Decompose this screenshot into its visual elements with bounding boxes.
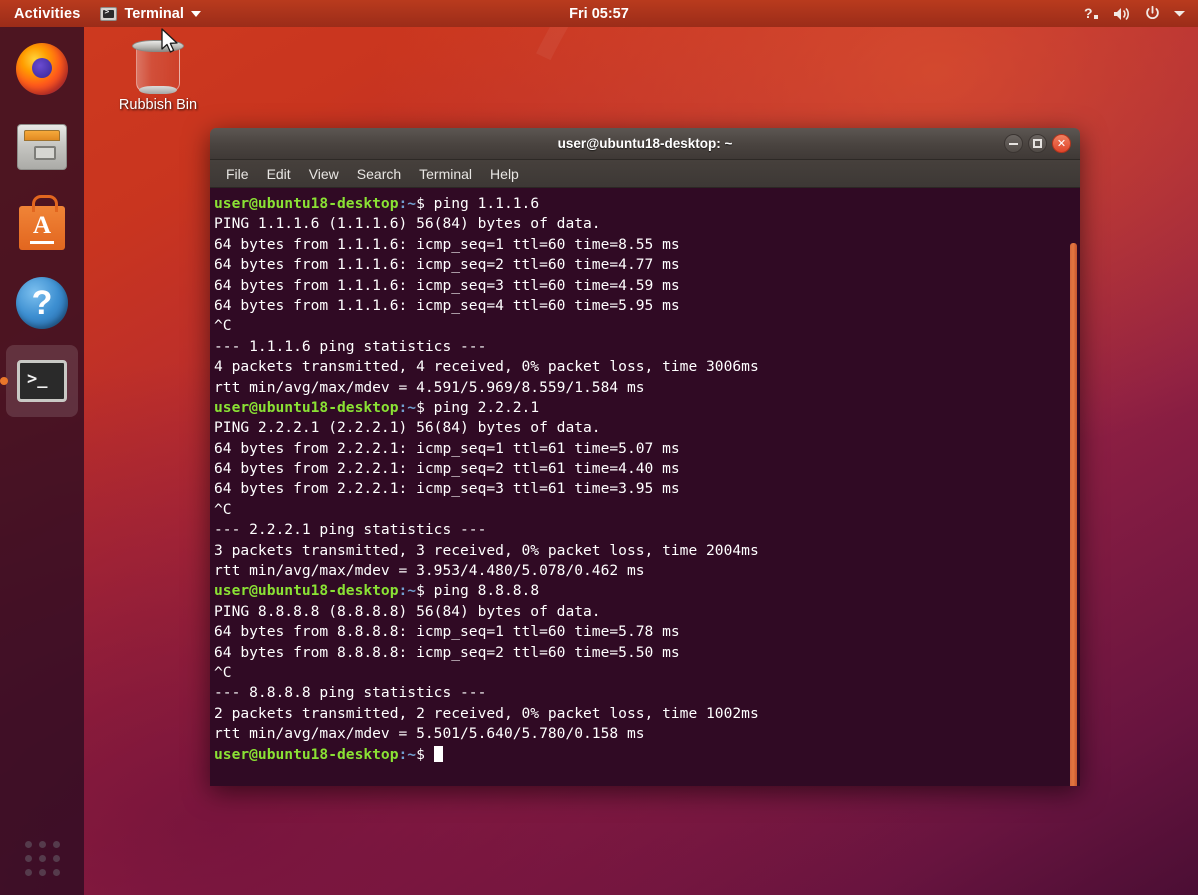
terminal-output: user@ubuntu18-desktop:~$ ping 1.1.1.6PIN… [210,188,1080,765]
terminal-icon [100,7,117,21]
trash-icon [132,36,184,94]
terminal-line: user@ubuntu18-desktop:~$ ping 2.2.2.1 [214,398,1080,418]
minimize-button[interactable] [1004,134,1023,153]
terminal-line: 64 bytes from 2.2.2.1: icmp_seq=1 ttl=61… [214,439,1080,459]
activities-button[interactable]: Activities [0,6,92,22]
focused-app-label: Terminal [124,6,183,22]
system-indicators: ? [1084,5,1198,22]
terminal-line: PING 1.1.1.6 (1.1.1.6) 56(84) bytes of d… [214,214,1080,234]
terminal-line: 64 bytes from 8.8.8.8: icmp_seq=2 ttl=60… [214,643,1080,663]
power-icon[interactable] [1144,5,1161,22]
dock-item-help[interactable] [6,267,78,339]
chevron-down-icon[interactable] [1173,9,1186,18]
help-icon [16,277,68,329]
volume-icon[interactable] [1113,6,1132,22]
dock-item-terminal[interactable] [6,345,78,417]
top-bar: Activities Terminal Fri 05:57 ? [0,0,1198,27]
terminal-window[interactable]: user@ubuntu18-desktop: ~ ✕ File Edit Vie… [210,128,1080,786]
terminal-line: 64 bytes from 1.1.1.6: icmp_seq=1 ttl=60… [214,235,1080,255]
terminal-line: ^C [214,500,1080,520]
window-titlebar[interactable]: user@ubuntu18-desktop: ~ ✕ [210,128,1080,160]
terminal-line: rtt min/avg/max/mdev = 4.591/5.969/8.559… [214,378,1080,398]
menu-item-view[interactable]: View [309,166,339,182]
chevron-down-icon [191,11,201,17]
terminal-line: rtt min/avg/max/mdev = 5.501/5.640/5.780… [214,724,1080,744]
close-button[interactable]: ✕ [1052,134,1071,153]
window-title: user@ubuntu18-desktop: ~ [210,136,1080,151]
ubuntu-software-icon [19,206,65,250]
terminal-line: user@ubuntu18-desktop:~$ ping 1.1.1.6 [214,194,1080,214]
menu-item-terminal[interactable]: Terminal [419,166,472,182]
files-icon [17,124,67,170]
terminal-line: --- 8.8.8.8 ping statistics --- [214,683,1080,703]
terminal-line: 64 bytes from 1.1.1.6: icmp_seq=3 ttl=60… [214,276,1080,296]
terminal-line: --- 2.2.2.1 ping statistics --- [214,520,1080,540]
terminal-line: user@ubuntu18-desktop:~$ [214,745,1080,765]
terminal-body[interactable]: user@ubuntu18-desktop:~$ ping 1.1.1.6PIN… [210,188,1080,786]
menu-item-file[interactable]: File [226,166,249,182]
terminal-line: ^C [214,663,1080,683]
menu-item-help[interactable]: Help [490,166,519,182]
desktop-icon-rubbish-bin[interactable]: Rubbish Bin [112,36,204,113]
terminal-line: 3 packets transmitted, 3 received, 0% pa… [214,541,1080,561]
maximize-button[interactable] [1028,134,1047,153]
accessibility-icon[interactable]: ? [1084,5,1101,22]
terminal-line: PING 8.8.8.8 (8.8.8.8) 56(84) bytes of d… [214,602,1080,622]
terminal-line: 64 bytes from 1.1.1.6: icmp_seq=4 ttl=60… [214,296,1080,316]
firefox-icon [16,43,68,95]
dock-item-ubuntu-software[interactable] [6,189,78,261]
svg-text:?: ? [1084,5,1093,21]
terminal-line: user@ubuntu18-desktop:~$ ping 8.8.8.8 [214,581,1080,601]
scrollbar-thumb[interactable] [1070,243,1077,786]
dock-item-files[interactable] [6,111,78,183]
terminal-line: --- 1.1.1.6 ping statistics --- [214,337,1080,357]
terminal-line: rtt min/avg/max/mdev = 3.953/4.480/5.078… [214,561,1080,581]
terminal-line: ^C [214,316,1080,336]
terminal-line: 64 bytes from 2.2.2.1: icmp_seq=3 ttl=61… [214,479,1080,499]
terminal-line: 2 packets transmitted, 2 received, 0% pa… [214,704,1080,724]
window-controls: ✕ [1004,134,1080,153]
dock-item-firefox[interactable] [6,33,78,105]
dock [0,27,84,895]
menu-item-edit[interactable]: Edit [267,166,291,182]
terminal-menubar: File Edit View Search Terminal Help [210,160,1080,188]
desktop-icon-label: Rubbish Bin [112,97,204,113]
terminal-line: 64 bytes from 2.2.2.1: icmp_seq=2 ttl=61… [214,459,1080,479]
text-cursor [434,746,443,762]
terminal-scrollbar[interactable] [1067,188,1080,786]
terminal-line: 64 bytes from 8.8.8.8: icmp_seq=1 ttl=60… [214,622,1080,642]
terminal-icon [17,360,67,402]
terminal-line: 4 packets transmitted, 4 received, 0% pa… [214,357,1080,377]
focused-app-menu[interactable]: Terminal [92,6,208,22]
menu-item-search[interactable]: Search [357,166,401,182]
terminal-line: 64 bytes from 1.1.1.6: icmp_seq=2 ttl=60… [214,255,1080,275]
terminal-line: PING 2.2.2.1 (2.2.2.1) 56(84) bytes of d… [214,418,1080,438]
